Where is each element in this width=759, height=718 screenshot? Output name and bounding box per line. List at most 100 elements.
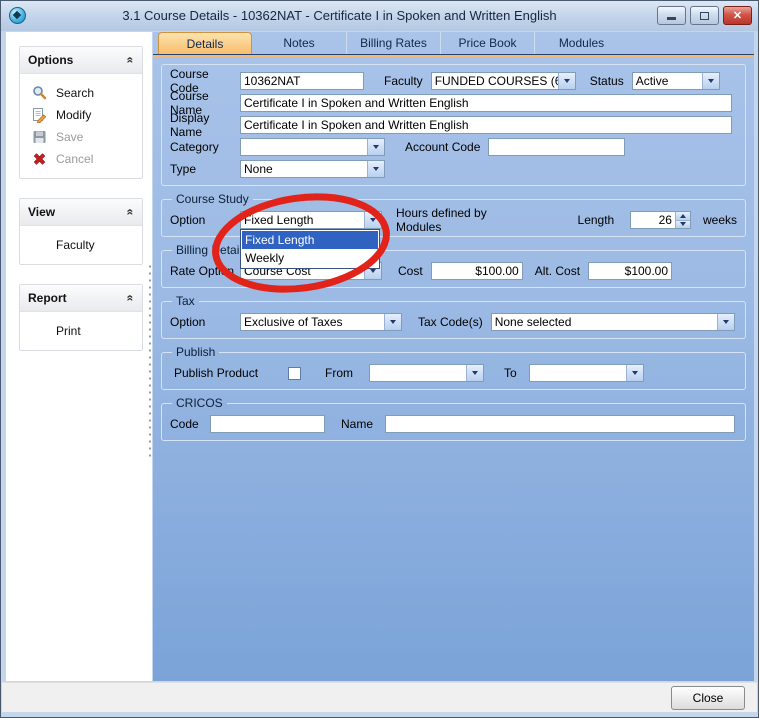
course-study-legend: Course Study (172, 192, 253, 206)
dropdown-item-weekly[interactable]: Weekly (242, 249, 378, 267)
sidebar-item-modify[interactable]: Modify (20, 104, 142, 126)
view-panel-header[interactable]: View « (20, 199, 142, 226)
collapse-chevron-icon[interactable]: « (124, 57, 138, 64)
category-label: Category (170, 140, 240, 154)
sidebar-item-print[interactable]: Print (20, 320, 142, 342)
option-label: Option (170, 213, 240, 227)
tab-price-book[interactable]: Price Book (440, 32, 534, 54)
cost-input[interactable] (431, 262, 523, 280)
rate-option-label: Rate Option (170, 264, 240, 278)
publish-to-label: To (504, 366, 517, 380)
close-window-button[interactable]: ✕ (723, 6, 752, 25)
faculty-combobox[interactable]: FUNDED COURSES (6003) (431, 72, 576, 90)
title-bar: 3.1 Course Details - 10362NAT - Certific… (1, 1, 758, 31)
sidebar-item-save[interactable]: Save (20, 126, 142, 148)
length-spinner[interactable]: 26 (630, 211, 691, 229)
publish-from-value (370, 365, 466, 381)
identity-section: Course Code Faculty FUNDED COURSES (6003… (161, 64, 746, 186)
window-title: 3.1 Course Details - 10362NAT - Certific… (31, 1, 648, 31)
tax-option-label: Option (170, 315, 240, 329)
status-combobox[interactable]: Active (632, 72, 720, 90)
tab-billing-rates[interactable]: Billing Rates (346, 32, 440, 54)
report-panel-title: Report (28, 291, 67, 305)
tax-option-value: Exclusive of Taxes (241, 314, 384, 330)
type-combobox[interactable]: None (240, 160, 385, 178)
cancel-icon (31, 151, 48, 167)
sidebar-item-label: Save (56, 130, 83, 144)
chevron-down-icon[interactable] (367, 139, 384, 155)
sidebar-item-label: Faculty (56, 238, 95, 252)
publish-from-combobox[interactable] (369, 364, 484, 382)
tax-codes-combobox[interactable]: None selected (491, 313, 735, 331)
details-form: Course Code Faculty FUNDED COURSES (6003… (153, 58, 754, 681)
tab-notes[interactable]: Notes (252, 32, 346, 54)
publish-product-checkbox[interactable] (288, 367, 301, 380)
chevron-down-icon[interactable] (626, 365, 643, 381)
chevron-down-icon[interactable] (364, 212, 381, 228)
chevron-down-icon[interactable] (367, 161, 384, 177)
tab-underline (153, 54, 754, 57)
length-label: Length (578, 213, 615, 227)
minimize-button[interactable] (657, 6, 686, 25)
tax-codes-label: Tax Code(s) (418, 315, 483, 329)
tab-details[interactable]: Details (158, 32, 252, 54)
collapse-chevron-icon[interactable]: « (124, 295, 138, 302)
app-icon (9, 7, 26, 24)
sidebar: Options « Search Modify (6, 32, 152, 681)
category-combobox[interactable] (240, 138, 385, 156)
sidebar-item-label: Search (56, 86, 94, 100)
status-value: Active (633, 73, 702, 89)
spinner-up-button[interactable] (676, 212, 690, 220)
report-panel-header[interactable]: Report « (20, 285, 142, 312)
chevron-down-icon[interactable] (717, 314, 734, 330)
sidebar-item-label: Modify (56, 108, 91, 122)
view-panel-title: View (28, 205, 55, 219)
alt-cost-input[interactable] (588, 262, 672, 280)
tab-modules[interactable]: Modules (534, 32, 628, 54)
study-option-dropdown-list: Fixed Length Weekly (240, 229, 380, 269)
sidebar-item-search[interactable]: Search (20, 82, 142, 104)
maximize-button[interactable] (690, 6, 719, 25)
course-code-input[interactable] (240, 72, 364, 90)
options-panel: Options « Search Modify (19, 46, 143, 179)
cricos-name-label: Name (341, 417, 373, 431)
tax-codes-value: None selected (492, 314, 717, 330)
cricos-legend: CRICOS (172, 396, 227, 410)
status-label: Status (590, 74, 624, 88)
chevron-down-icon[interactable] (466, 365, 483, 381)
hours-defined-note: Hours defined by Modules (396, 206, 533, 234)
view-panel: View « Faculty (19, 198, 143, 265)
tax-legend: Tax (172, 294, 199, 308)
course-name-input[interactable] (240, 94, 732, 112)
course-study-section: Course Study Option Fixed Length Fixed L… (161, 192, 746, 237)
type-label: Type (170, 162, 240, 176)
sidebar-item-cancel[interactable]: Cancel (20, 148, 142, 170)
tax-option-combobox[interactable]: Exclusive of Taxes (240, 313, 402, 331)
publish-from-label: From (325, 366, 353, 380)
report-panel: Report « Print (19, 284, 143, 351)
publish-legend: Publish (172, 345, 219, 359)
course-details-dialog: 3.1 Course Details - 10362NAT - Certific… (0, 0, 759, 718)
chevron-down-icon[interactable] (702, 73, 719, 89)
cost-label: Cost (398, 264, 423, 278)
alt-cost-label: Alt. Cost (535, 264, 580, 278)
chevron-down-icon[interactable] (558, 73, 575, 89)
dropdown-item-fixed-length[interactable]: Fixed Length (242, 231, 378, 249)
collapse-chevron-icon[interactable]: « (124, 209, 138, 216)
sidebar-item-faculty[interactable]: Faculty (20, 234, 142, 256)
study-option-value: Fixed Length (241, 212, 364, 228)
close-button[interactable]: Close (671, 686, 745, 710)
options-panel-header[interactable]: Options « (20, 47, 142, 74)
cricos-code-input[interactable] (210, 415, 325, 433)
modify-icon (31, 107, 48, 123)
account-code-label: Account Code (405, 140, 480, 154)
account-code-input[interactable] (488, 138, 625, 156)
sidebar-item-label: Print (56, 324, 81, 338)
publish-to-combobox[interactable] (529, 364, 644, 382)
display-name-input[interactable] (240, 116, 732, 134)
spinner-down-button[interactable] (676, 220, 690, 229)
chevron-down-icon[interactable] (384, 314, 401, 330)
cricos-name-input[interactable] (385, 415, 735, 433)
publish-product-label: Publish Product (170, 366, 274, 380)
study-option-combobox[interactable]: Fixed Length (240, 211, 382, 229)
